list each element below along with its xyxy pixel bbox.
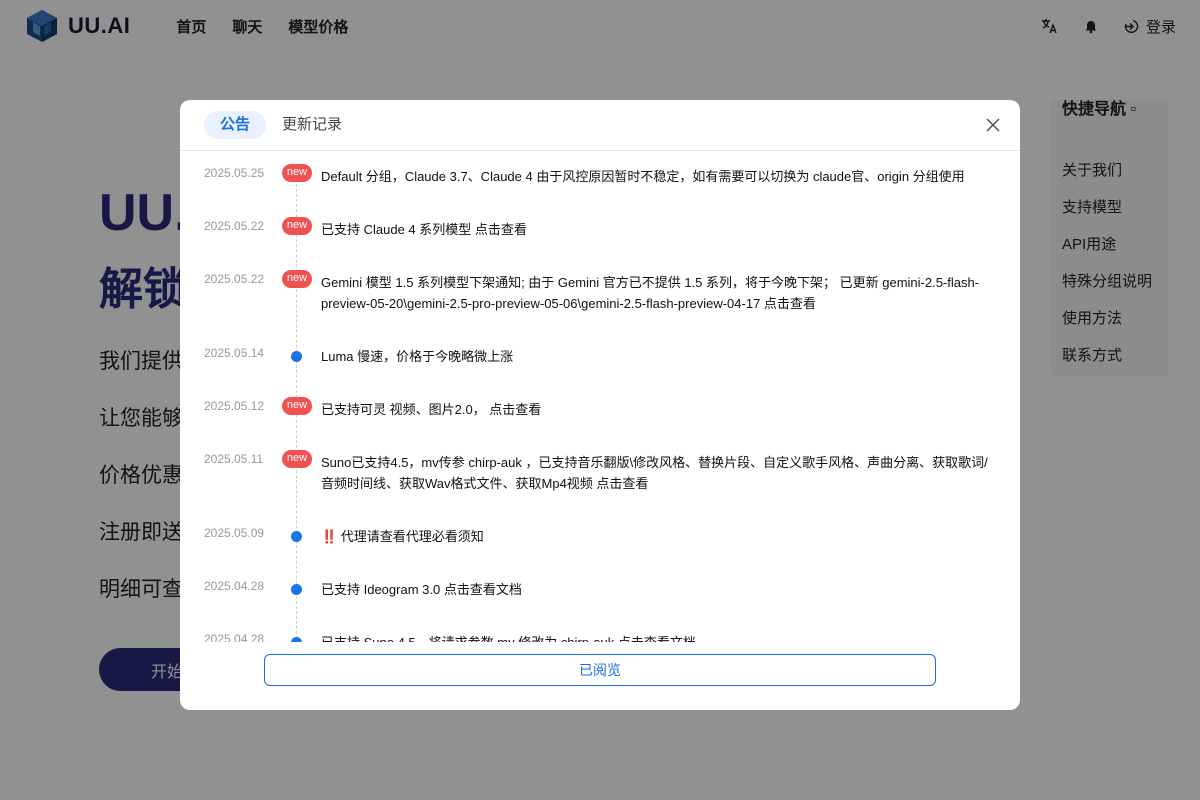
entry-date: 2025.05.12 [204, 399, 265, 413]
close-icon[interactable] [984, 116, 1002, 134]
tab-changelog[interactable]: 更新记录 [266, 111, 358, 139]
entry-date: 2025.05.09 [204, 526, 265, 540]
entry-text[interactable]: 已支持 Claude 4 系列模型 点击查看 [321, 219, 996, 240]
tab-announcement[interactable]: 公告 [204, 111, 267, 139]
entry-date: 2025.05.22 [204, 272, 265, 286]
new-badge: new [282, 164, 312, 182]
entry-text[interactable]: 已支持 Ideogram 3.0 点击查看文档 [321, 579, 996, 600]
entry-text[interactable]: 已支持可灵 视频、图片2.0， 点击查看 [321, 399, 996, 420]
timeline-dot [291, 351, 302, 362]
new-badge: new [282, 450, 312, 468]
entry-date: 2025.04.28 [204, 632, 265, 642]
entry-date: 2025.05.14 [204, 346, 265, 360]
entry-text[interactable]: ‼️ 代理请查看代理必看须知 [321, 526, 996, 547]
announcement-timeline[interactable]: 2025.05.25 new Default 分组，Claude 3.7、Cla… [180, 152, 1020, 642]
entry-date: 2025.05.22 [204, 219, 265, 233]
announcement-modal: 公告 更新记录 2025.05.25 new Default 分组，Claude… [180, 100, 1020, 710]
entry-date: 2025.04.28 [204, 579, 265, 593]
entry-text[interactable]: Default 分组，Claude 3.7、Claude 4 由于风控原因暂时不… [321, 166, 996, 187]
entry-date: 2025.05.25 [204, 166, 265, 180]
entry-text[interactable]: Gemini 模型 1.5 系列模型下架通知; 由于 Gemini 官方已不提供… [321, 272, 996, 314]
timeline-dot [291, 584, 302, 595]
entry-date: 2025.05.11 [204, 452, 264, 466]
entry-text[interactable]: 已支持 Suno 4.5，将请求参数 mv 修改为 chirp-auk 点击查看… [321, 632, 996, 642]
entry-text[interactable]: Luma 慢速，价格于今晚略微上涨 [321, 346, 996, 367]
modal-header: 公告 更新记录 [180, 100, 1020, 151]
timeline-dot [291, 531, 302, 542]
new-badge: new [282, 397, 312, 415]
entry-text[interactable]: Suno已支持4.5，mv传参 chirp-auk ，已支持音乐翻版\修改风格、… [321, 452, 996, 494]
timeline-dot [291, 637, 302, 642]
new-badge: new [282, 217, 312, 235]
new-badge: new [282, 270, 312, 288]
mark-read-button[interactable]: 已阅览 [264, 654, 936, 686]
